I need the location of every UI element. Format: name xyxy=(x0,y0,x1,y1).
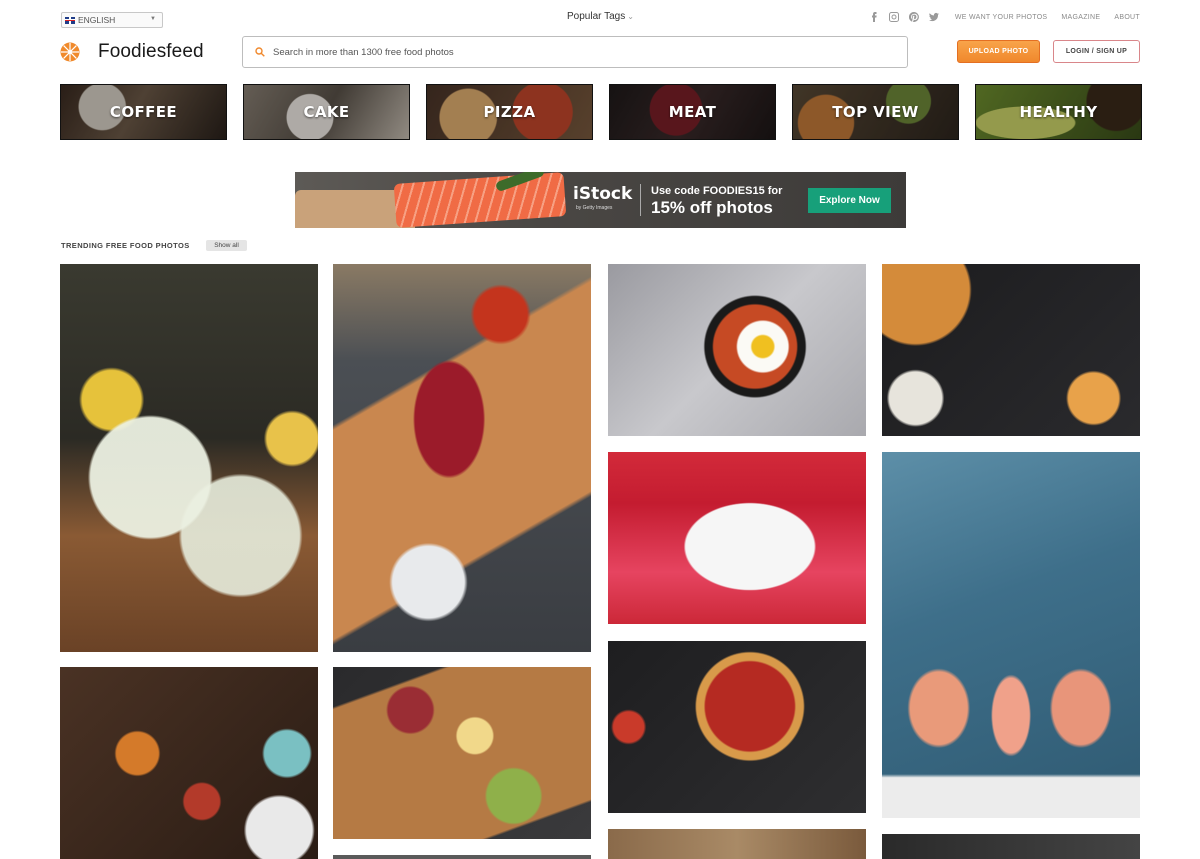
category-pizza[interactable]: PIZZA xyxy=(426,84,593,140)
istock-logo: iStock xyxy=(573,184,633,204)
about-link[interactable]: ABOUT xyxy=(1114,14,1140,21)
photo-smoothies-blue[interactable] xyxy=(882,452,1140,818)
photo-partial[interactable] xyxy=(333,855,591,859)
twitter-icon[interactable] xyxy=(928,12,939,22)
category-label: HEALTHY xyxy=(1019,103,1098,121)
ad-promo-line2: 15% off photos xyxy=(651,198,773,217)
magazine-link[interactable]: MAGAZINE xyxy=(1061,14,1100,21)
photo-lemonade-drinks[interactable] xyxy=(60,264,318,652)
search-bar[interactable] xyxy=(242,36,908,68)
popular-tags-label: Popular Tags xyxy=(567,11,626,22)
ad-divider xyxy=(640,184,641,216)
category-label: PIZZA xyxy=(483,103,536,121)
photo-cheese-board[interactable] xyxy=(333,667,591,839)
photo-pizza-slices-dark[interactable] xyxy=(882,264,1140,436)
top-nav: WE WANT YOUR PHOTOS MAGAZINE ABOUT xyxy=(869,12,1140,22)
chevron-down-icon: ⌄ xyxy=(627,12,634,21)
category-tiles: COFFEE CAKE PIZZA MEAT TOP VIEW HEALTHY xyxy=(60,84,1142,140)
category-meat[interactable]: MEAT xyxy=(609,84,776,140)
category-label: CAKE xyxy=(303,103,350,121)
we-want-your-photos-link[interactable]: WE WANT YOUR PHOTOS xyxy=(955,14,1048,21)
search-input[interactable] xyxy=(273,46,907,58)
login-signup-button[interactable]: LOGIN / SIGN UP xyxy=(1053,40,1140,63)
category-label: COFFEE xyxy=(109,103,178,121)
photo-egg-skillet[interactable] xyxy=(608,264,866,436)
category-label: TOP VIEW xyxy=(832,103,919,121)
language-label: ENGLISH xyxy=(78,15,116,25)
show-all-button[interactable]: Show all xyxy=(206,240,247,251)
upload-photo-button[interactable]: UPLOAD PHOTO xyxy=(957,40,1040,63)
istock-ad-banner[interactable]: iStock by Getty Images Use code FOODIES1… xyxy=(295,172,906,228)
chevron-down-icon: ▼ xyxy=(150,16,156,22)
logo-icon[interactable] xyxy=(60,42,80,62)
category-label: MEAT xyxy=(668,103,717,121)
trending-title: TRENDING FREE FOOD PHOTOS xyxy=(61,241,190,250)
category-cake[interactable]: CAKE xyxy=(243,84,410,140)
pinterest-icon[interactable] xyxy=(908,12,919,22)
photo-wood-partial[interactable] xyxy=(608,829,866,859)
ad-promo-line1: Use code FOODIES15 for xyxy=(651,185,783,197)
category-coffee[interactable]: COFFEE xyxy=(60,84,227,140)
popular-tags-dropdown[interactable]: Popular Tags ⌄ xyxy=(567,11,634,22)
photo-pizza-dark[interactable] xyxy=(608,641,866,813)
category-healthy[interactable]: HEALTHY xyxy=(975,84,1142,140)
istock-logo-sub: by Getty Images xyxy=(576,205,613,211)
photo-dark-partial[interactable] xyxy=(882,834,1140,859)
language-select[interactable]: ENGLISH ▼ xyxy=(61,12,163,28)
explore-now-button[interactable]: Explore Now xyxy=(808,188,891,213)
photo-red-fruits-frame[interactable] xyxy=(608,452,866,624)
uk-flag-icon xyxy=(65,16,75,24)
ad-salmon-image xyxy=(393,172,567,228)
photo-table-feast[interactable] xyxy=(60,667,318,859)
instagram-icon[interactable] xyxy=(888,12,899,22)
brand-name[interactable]: Foodiesfeed xyxy=(98,41,204,63)
category-top-view[interactable]: TOP VIEW xyxy=(792,84,959,140)
facebook-icon[interactable] xyxy=(869,12,879,22)
search-icon xyxy=(255,47,265,57)
photo-raw-steak-board[interactable] xyxy=(333,264,591,652)
